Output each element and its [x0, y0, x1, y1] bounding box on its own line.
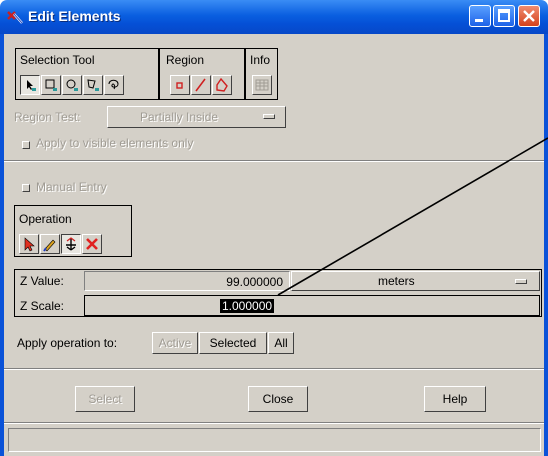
- edit-elements-window: Edit Elements Selection Tool Region Info…: [0, 0, 548, 456]
- callout-line: [277, 137, 548, 296]
